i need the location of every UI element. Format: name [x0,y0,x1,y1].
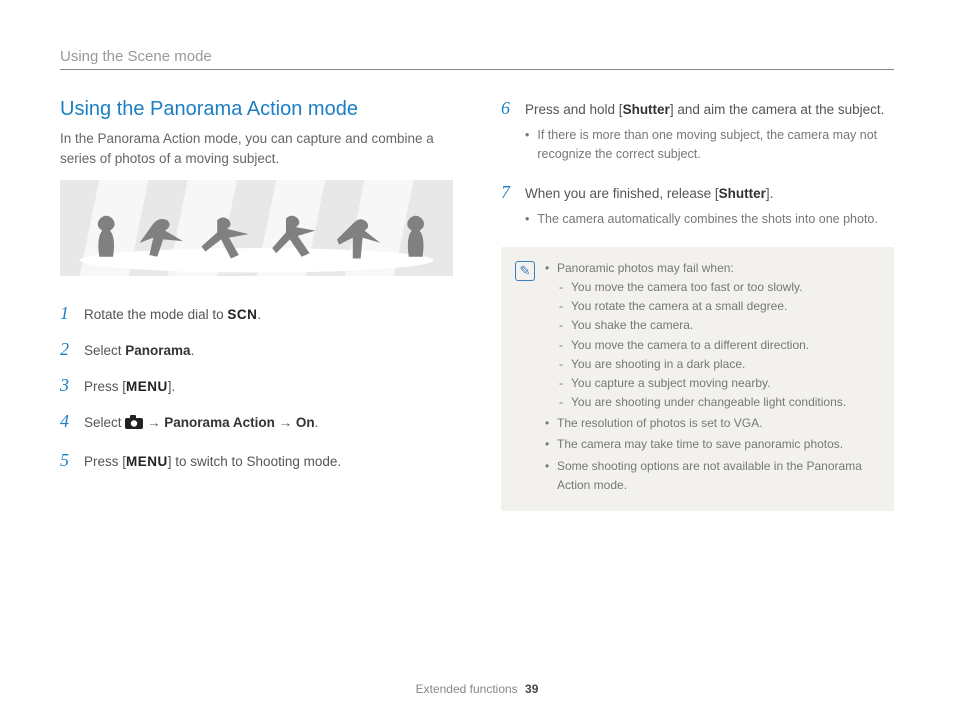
text: Press [ [84,379,126,394]
step-text: Select Panorama. [84,339,194,361]
text: . [191,343,195,358]
bold-text: Shutter [719,186,766,201]
text: . [315,415,319,430]
step-5: 5 Press [MENU] to switch to Shooting mod… [60,450,453,472]
note-reason-item: You move the camera to a different direc… [557,336,880,355]
text: ] to switch to Shooting mode. [168,454,341,469]
arrow-text: → [275,415,296,430]
page-footer: Extended functions 39 [0,682,954,696]
step-sub-bullet: • If there is more than one moving subje… [525,126,894,164]
bold-text: Panorama Action [164,415,275,430]
camera-icon [125,415,143,435]
right-column: 6 Press and hold [Shutter] and aim the c… [501,98,894,511]
note-extra-item: Some shooting options are not available … [545,457,880,495]
step-number: 2 [60,339,74,361]
note-icon: ✎ [515,261,535,281]
text: . [257,307,261,322]
step-text: Press [MENU] to switch to Shooting mode. [84,450,341,472]
bold-text: Shutter [623,102,670,117]
text: Panoramic photos may fail when: [557,261,734,275]
step-number: 1 [60,303,74,325]
step-number: 3 [60,375,74,397]
note-reason-item: You rotate the camera at a small degree. [557,297,880,316]
note-reason-item: You move the camera too fast or too slow… [557,278,880,297]
note-extra-item: The resolution of photos is set to VGA. [545,414,880,433]
arrow-text: → [143,415,164,430]
step-number: 7 [501,182,515,204]
step-number: 4 [60,411,74,433]
step-sub-bullet: • The camera automatically combines the … [525,210,878,229]
step-6: 6 Press and hold [Shutter] and aim the c… [501,98,894,164]
bullet-icon: • [525,126,529,164]
step-4: 4 Select → Panorama Action → On. [60,411,453,435]
step-7: 7 When you are finished, release [Shutte… [501,182,894,229]
footer-page-number: 39 [525,682,538,696]
note-reasons-list: You move the camera too fast or too slow… [557,278,880,412]
text: ] and aim the camera at the subject. [670,102,885,117]
text: Press and hold [ [525,102,623,117]
note-reason-item: You are shooting in a dark place. [557,355,880,374]
note-content: Panoramic photos may fail when: You move… [545,259,880,497]
text: When you are finished, release [ [525,186,719,201]
text: ]. [766,186,774,201]
note-lead-item: Panoramic photos may fail when: You move… [545,259,880,413]
note-box: ✎ Panoramic photos may fail when: You mo… [501,247,894,511]
menu-icon: MENU [126,454,168,469]
text: The camera automatically combines the sh… [537,210,877,229]
step-3: 3 Press [MENU]. [60,375,453,397]
note-extras-list: The resolution of photos is set to VGA. T… [545,414,880,495]
note-reason-item: You capture a subject moving nearby. [557,374,880,393]
menu-icon: MENU [126,379,168,394]
intro-text: In the Panorama Action mode, you can cap… [60,129,453,170]
breadcrumb: Using the Scene mode [60,48,894,70]
step-1: 1 Rotate the mode dial to SCN. [60,303,453,325]
step-number: 6 [501,98,515,120]
footer-section: Extended functions [416,682,518,696]
step-text: Press and hold [Shutter] and aim the cam… [525,98,894,164]
text: Rotate the mode dial to [84,307,227,322]
bold-text: On [296,415,315,430]
note-extra-item: The camera may take time to save panoram… [545,435,880,454]
text: Select [84,343,125,358]
step-2: 2 Select Panorama. [60,339,453,361]
note-reason-item: You shake the camera. [557,316,880,335]
left-column: Using the Panorama Action mode In the Pa… [60,98,453,511]
panorama-illustration [60,180,453,276]
step-text: Select → Panorama Action → On. [84,411,318,435]
step-text: Rotate the mode dial to SCN. [84,303,261,325]
text: If there is more than one moving subject… [537,126,894,164]
section-title: Using the Panorama Action mode [60,98,453,121]
text: Press [ [84,454,126,469]
text: Select [84,415,125,430]
step-text: Press [MENU]. [84,375,175,397]
note-reason-item: You are shooting under changeable light … [557,393,880,412]
scn-icon: SCN [227,307,257,322]
step-number: 5 [60,450,74,472]
bullet-icon: • [525,210,529,229]
bold-text: Panorama [125,343,190,358]
text: ]. [168,379,176,394]
step-text: When you are finished, release [Shutter]… [525,182,878,229]
